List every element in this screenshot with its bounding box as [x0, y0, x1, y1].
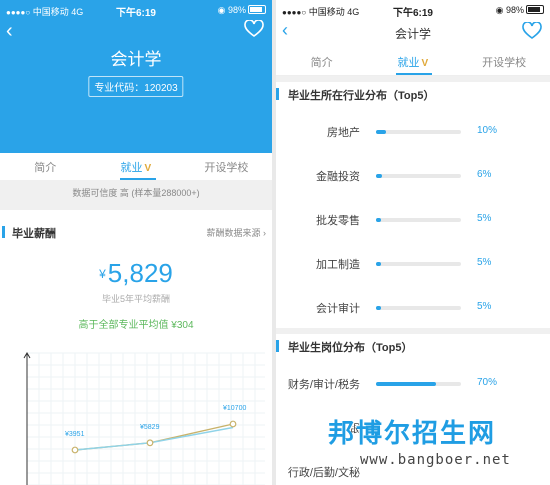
tab-employment[interactable]: 就业 V	[91, 159, 182, 175]
tab-employment-label: 就业	[397, 57, 420, 69]
row-bar-track	[376, 218, 461, 222]
data-confidence: 数据可信度 高 (样本量288000+)	[72, 188, 200, 198]
section-marker	[2, 226, 5, 238]
row-percent: 10%	[477, 125, 498, 136]
status-bar: ●●●●○ 中国移动 4G 下午6:19 ◉ 98%	[0, 0, 272, 20]
row-bar-fill	[376, 382, 436, 386]
left-screen: ●●●●○ 中国移动 4G 下午6:19 ◉ 98% ‹ 会计学 专业代码：12…	[0, 0, 272, 485]
battery-label: 98%	[505, 5, 524, 15]
data-point	[71, 446, 79, 454]
row-bar-track	[376, 130, 461, 134]
salary-number: 5,829	[107, 258, 173, 288]
tab-bar-right: 简介 就业 V 开设学校	[276, 48, 550, 76]
battery-icon	[248, 5, 266, 14]
tab-schools[interactable]: 开设学校	[458, 54, 549, 70]
vip-badge: V	[421, 58, 429, 69]
row-bar-fill	[376, 130, 387, 134]
row-bar-track	[376, 174, 461, 178]
row-percent: 5%	[477, 213, 492, 224]
row-label: 财务/审计/税务	[287, 379, 360, 391]
industry-section-title: 毕业生所在行业分布（Top5）	[288, 90, 435, 102]
row-bar-track	[376, 382, 461, 386]
data-point	[229, 420, 237, 428]
tab-intro[interactable]: 简介	[0, 159, 91, 175]
salary-value: ¥5,829	[0, 258, 272, 289]
currency-symbol: ¥	[99, 267, 106, 281]
watermark-url: www.bangboer.net	[360, 452, 511, 468]
row-percent: 6%	[477, 169, 492, 180]
watermark-brand: 邦博尔招生网	[328, 418, 497, 448]
data-label: ¥10700	[223, 405, 246, 412]
row-bar-fill	[376, 218, 382, 222]
position-section-title: 毕业生岗位分布（Top5）	[288, 342, 413, 354]
row-bar-track	[376, 262, 461, 266]
tab-employment[interactable]: 就业 V	[367, 54, 458, 70]
favorite-heart-icon[interactable]	[522, 21, 542, 45]
lock-rotation-icon: ◉	[495, 5, 504, 15]
row-label: 会计审计	[316, 303, 360, 315]
salary-source-label: 薪酬数据来源	[206, 228, 261, 238]
section-marker	[276, 340, 279, 352]
status-bar-right: ●●●●○ 中国移动 4G 下午6:19 ◉ 98%	[276, 0, 550, 20]
battery-label: 98%	[227, 5, 246, 15]
row-label: 金融投资	[316, 171, 360, 183]
salary-comparison: 高于全部专业平均值 ¥304	[78, 320, 194, 331]
tab-schools[interactable]: 开设学校	[181, 159, 272, 175]
back-chevron-icon[interactable]: ‹	[6, 20, 13, 43]
nav-title: 会计学	[394, 27, 431, 41]
nav-bar: ‹ 会计学	[276, 20, 550, 46]
row-percent: 70%	[477, 377, 498, 388]
major-title: 会计学	[110, 50, 162, 69]
position-section-header: 毕业生岗位分布（Top5）	[276, 334, 550, 358]
tab-underline	[396, 73, 432, 75]
row-percent: 5%	[477, 301, 492, 312]
section-marker	[276, 88, 279, 100]
salary-caption: 毕业5年平均薪酬	[101, 294, 170, 304]
data-label: ¥5829	[140, 424, 160, 431]
salary-source-link[interactable]: 薪酬数据来源 ›	[206, 226, 266, 239]
tab-bar: 简介 就业 V 开设学校	[0, 153, 272, 180]
row-label: 房地产	[327, 127, 360, 139]
battery-icon	[526, 5, 544, 14]
tab-intro[interactable]: 简介	[276, 54, 367, 70]
vip-badge: V	[144, 163, 152, 174]
row-bar-fill	[376, 306, 382, 310]
row-bar-fill	[376, 174, 383, 178]
row-percent: 5%	[477, 257, 492, 268]
row-label: 加工制造	[316, 259, 360, 271]
chevron-right-icon: ›	[263, 228, 266, 238]
favorite-heart-icon[interactable]	[244, 19, 264, 43]
salary-section-header: 毕业薪酬 薪酬数据来源 ›	[0, 220, 272, 244]
row-bar-track	[376, 306, 461, 310]
row-label: 批发零售	[316, 215, 360, 227]
data-point	[146, 439, 154, 447]
salary-trend-chart: ¥3951 ¥5829 ¥10700	[23, 352, 265, 485]
data-label: ¥3951	[65, 431, 85, 438]
row-label: 行政/后勤/文秘	[287, 467, 360, 479]
row-bar-fill	[376, 262, 382, 266]
industry-section-header: 毕业生所在行业分布（Top5）	[276, 82, 550, 106]
header-banner: ●●●●○ 中国移动 4G 下午6:19 ◉ 98% ‹ 会计学 专业代码：12…	[0, 0, 272, 153]
salary-section-title: 毕业薪酬	[12, 228, 56, 240]
tab-employment-label: 就业	[120, 162, 143, 174]
lock-rotation-icon: ◉	[217, 5, 226, 15]
major-code: 专业代码：120203	[88, 76, 184, 97]
